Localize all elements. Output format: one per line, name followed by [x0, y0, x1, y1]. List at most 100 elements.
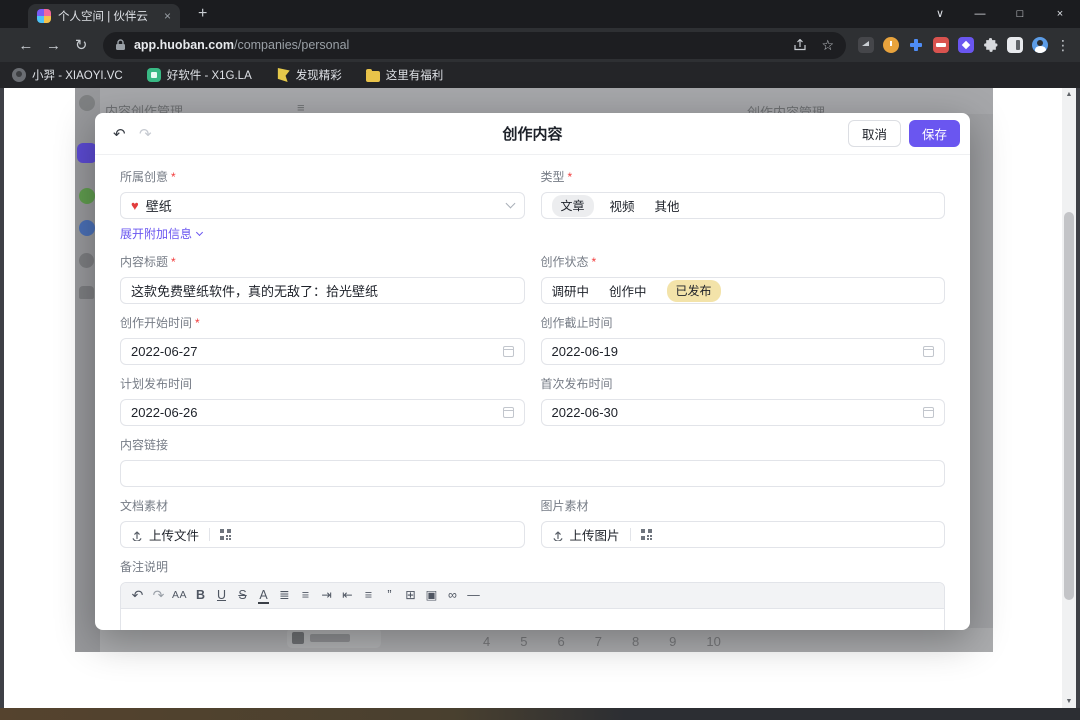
- image-icon[interactable]: ▣: [421, 583, 442, 608]
- tab-search-icon[interactable]: ∨: [920, 0, 960, 28]
- address-bar[interactable]: app.huoban.com/companies/personal ☆: [103, 32, 846, 59]
- field-doc: 文档素材 上传文件: [120, 497, 525, 548]
- page-number: 8: [632, 634, 639, 649]
- extensions-puzzle-icon[interactable]: [983, 38, 998, 53]
- required-asterisk: *: [592, 255, 597, 269]
- underline-icon[interactable]: U: [211, 583, 232, 608]
- indent-decrease-icon[interactable]: ⇤: [337, 583, 358, 608]
- url-domain: app.huoban.com: [134, 38, 234, 52]
- bookmark-item[interactable]: 小羿 - XIAOYI.VC: [12, 67, 123, 83]
- lock-icon: [115, 39, 126, 51]
- bookmark-item[interactable]: 发现精彩: [276, 67, 342, 83]
- status-option-selected[interactable]: 已发布: [667, 280, 721, 302]
- required-asterisk: *: [195, 316, 200, 330]
- indent-increase-icon[interactable]: ⇥: [316, 583, 337, 608]
- clock-extension-icon[interactable]: [883, 37, 899, 53]
- quote-icon[interactable]: ”: [379, 583, 400, 608]
- undo-icon[interactable]: ↶: [113, 125, 139, 143]
- redo-icon[interactable]: ↷: [139, 125, 165, 143]
- upload-file-button[interactable]: 上传文件: [131, 525, 199, 544]
- ordered-list-icon[interactable]: ≣: [274, 583, 295, 608]
- required-asterisk: *: [171, 255, 176, 269]
- field-label: 内容链接: [120, 436, 168, 453]
- redo-icon[interactable]: ↷: [148, 583, 169, 608]
- strikethrough-icon[interactable]: S: [232, 583, 253, 608]
- content-link-input[interactable]: [120, 460, 945, 487]
- browser-menu-icon[interactable]: ⋮: [1056, 37, 1070, 54]
- url-text: app.huoban.com/companies/personal: [134, 38, 349, 52]
- forward-button[interactable]: →: [40, 37, 68, 54]
- scrollbar-thumb[interactable]: [1064, 212, 1074, 600]
- screenshot-extension-icon[interactable]: [858, 37, 874, 53]
- first-date-input[interactable]: 2022-06-30: [541, 399, 946, 426]
- notes-editor: ↶↷AABUSA≣≡⇥⇤≡”⊞▣∞—: [120, 582, 945, 630]
- table-icon[interactable]: ⊞: [400, 583, 421, 608]
- profile-avatar[interactable]: [1032, 37, 1048, 53]
- start-date-input[interactable]: 2022-06-27: [120, 338, 525, 365]
- chevron-down-icon: [505, 199, 515, 209]
- huoban-favicon: [37, 9, 51, 23]
- scroll-up-icon[interactable]: ▲: [1062, 91, 1076, 98]
- expand-extra-info-link[interactable]: 展开附加信息: [120, 225, 202, 242]
- divider-icon[interactable]: —: [463, 583, 484, 608]
- tab-close-icon[interactable]: ×: [164, 10, 171, 22]
- reload-button[interactable]: ↻: [67, 36, 95, 54]
- type-option[interactable]: 视频: [610, 196, 635, 215]
- scroll-down-icon[interactable]: ▼: [1062, 698, 1076, 705]
- qr-code-icon[interactable]: [220, 529, 231, 540]
- browser-tab[interactable]: 个人空间 | 伙伴云 ×: [28, 4, 180, 28]
- type-option-selected[interactable]: 文章: [552, 195, 594, 217]
- type-option[interactable]: 其他: [655, 196, 680, 215]
- editor-toolbar: ↶↷AABUSA≣≡⇥⇤≡”⊞▣∞—: [121, 583, 944, 609]
- qr-code-icon[interactable]: [641, 529, 652, 540]
- bookmark-item[interactable]: 好软件 - X1G.LA: [147, 67, 252, 83]
- purple-extension-icon[interactable]: [958, 37, 974, 53]
- bullet-list-icon[interactable]: ≡: [295, 583, 316, 608]
- link-icon[interactable]: ∞: [442, 583, 463, 608]
- align-icon[interactable]: ≡: [358, 583, 379, 608]
- minimize-button[interactable]: —: [960, 0, 1000, 28]
- bookmarks-bar: 小羿 - XIAOYI.VC 好软件 - X1G.LA 发现精彩 这里有福利: [0, 62, 1080, 88]
- bookmark-avatar-icon: [12, 68, 26, 82]
- calendar-icon: [503, 407, 514, 418]
- dialog-title: 创作内容: [502, 123, 562, 144]
- save-button[interactable]: 保存: [909, 120, 960, 147]
- field-start-date: 创作开始时间* 2022-06-27: [120, 314, 525, 365]
- undo-icon[interactable]: ↶: [127, 583, 148, 608]
- font-color-icon[interactable]: A: [253, 583, 274, 608]
- end-date-input[interactable]: 2022-06-19: [541, 338, 946, 365]
- bookmark-item[interactable]: 这里有福利: [366, 67, 444, 83]
- field-first-date: 首次发布时间 2022-06-30: [541, 375, 946, 426]
- red-extension-icon[interactable]: [933, 37, 949, 53]
- font-size-icon[interactable]: AA: [169, 583, 190, 608]
- status-option[interactable]: 创作中: [609, 281, 647, 300]
- share-icon[interactable]: [793, 38, 807, 52]
- side-panel-icon[interactable]: [1007, 37, 1023, 53]
- browser-scrollbar[interactable]: ▲ ▼: [1062, 88, 1076, 708]
- plus-extension-icon[interactable]: [908, 37, 924, 53]
- plan-date-input[interactable]: 2022-06-26: [120, 399, 525, 426]
- content-title-input[interactable]: 这款免费壁纸软件，真的无敌了：拾光壁纸: [120, 277, 525, 304]
- browser-toolbar: ← → ↻ app.huoban.com/companies/personal …: [0, 28, 1080, 62]
- type-options: 文章 视频 其他: [541, 192, 946, 219]
- field-notes: 备注说明 ↶↷AABUSA≣≡⇥⇤≡”⊞▣∞—: [120, 558, 945, 630]
- maximize-button[interactable]: □: [1000, 0, 1040, 28]
- status-options: 调研中 创作中 已发布: [541, 277, 946, 304]
- bookmark-star-icon[interactable]: ☆: [821, 37, 834, 54]
- cancel-button[interactable]: 取消: [848, 120, 901, 147]
- field-label: 备注说明: [120, 558, 168, 575]
- back-button[interactable]: ←: [12, 37, 40, 54]
- upload-image-button[interactable]: 上传图片: [552, 525, 620, 544]
- field-content-title: 内容标题* 这款免费壁纸软件，真的无敌了：拾光壁纸: [120, 253, 525, 304]
- new-tab-button[interactable]: +: [198, 5, 207, 23]
- status-option[interactable]: 调研中: [552, 281, 590, 300]
- close-button[interactable]: ×: [1040, 0, 1080, 28]
- field-label: 创作截止时间: [541, 314, 613, 331]
- editor-text-area[interactable]: [121, 609, 944, 630]
- sidebar-item-active: [77, 143, 97, 163]
- bold-icon[interactable]: B: [190, 583, 211, 608]
- img-upload-box: 上传图片: [541, 521, 946, 548]
- bookmark-label: 好软件 - X1G.LA: [167, 67, 252, 83]
- idea-select[interactable]: ♥ 壁纸: [120, 192, 525, 219]
- sidebar-item-people: [79, 286, 94, 299]
